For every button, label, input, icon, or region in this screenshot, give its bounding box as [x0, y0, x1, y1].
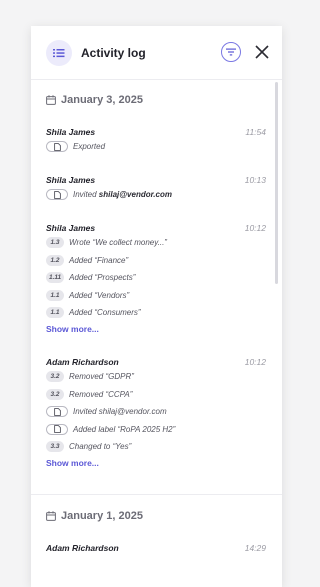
- filter-button[interactable]: [221, 42, 241, 62]
- entry-time: 10:12: [244, 357, 266, 367]
- document-icon: [46, 406, 68, 418]
- show-more-link[interactable]: Show more...: [46, 458, 266, 468]
- activity-action: Invited shilaj@vendor.com: [46, 403, 266, 421]
- panel-header: Activity log: [31, 26, 282, 80]
- document-icon: [46, 423, 68, 435]
- date-heading: January 3, 2025: [46, 94, 143, 106]
- activity-action: 3.2 Removed “CCPA”: [46, 386, 266, 404]
- activity-action: 1.2 Added “Finance”: [46, 252, 266, 270]
- activity-entry: Shila James 10:12 1.3 Wrote “We collect …: [46, 222, 266, 334]
- section-badge: 1.2: [46, 254, 64, 266]
- section-badge: 1.3: [46, 237, 64, 249]
- filter-icon: [226, 48, 236, 56]
- calendar-icon: [46, 511, 56, 521]
- date-heading: January 1, 2025: [46, 510, 143, 522]
- entry-time: 11:54: [245, 127, 266, 137]
- entry-time: 10:13: [244, 175, 266, 185]
- calendar-icon: [46, 95, 56, 105]
- activity-entry: Shila James 11:54 Exported: [46, 126, 266, 156]
- activity-log-panel: Activity log January 3, 2025 Shila James…: [31, 26, 282, 587]
- activity-action: Invited shilaj@vendor.com: [46, 186, 266, 204]
- activity-action: 3.2 Removed “GDPR”: [46, 368, 266, 386]
- day-divider: [31, 494, 282, 495]
- close-icon: [255, 45, 269, 59]
- scrollbar-thumb[interactable]: [275, 82, 278, 284]
- activity-entry: Adam Richardson 10:12 3.2 Removed “GDPR”…: [46, 356, 266, 468]
- activity-list[interactable]: January 3, 2025 Shila James 11:54 Export…: [31, 80, 282, 587]
- close-button[interactable]: [254, 44, 270, 60]
- panel-title: Activity log: [81, 45, 146, 60]
- list-icon: [46, 39, 72, 66]
- document-icon: [46, 189, 68, 201]
- section-badge: 3.2: [46, 371, 64, 383]
- activity-action: 1.1 Added “Consumers”: [46, 304, 266, 322]
- section-badge: 3.2: [46, 388, 64, 400]
- entry-time: 14:29: [244, 543, 266, 553]
- document-icon: [46, 141, 68, 153]
- activity-action: 1.1 Added “Vendors”: [46, 287, 266, 305]
- activity-entry: Adam Richardson 14:29: [46, 542, 266, 554]
- entry-time: 10:12: [244, 223, 266, 233]
- entry-author: Adam Richardson: [46, 543, 119, 553]
- activity-action: 1.11 Added “Prospects”: [46, 269, 266, 287]
- section-badge: 1.1: [46, 289, 64, 301]
- activity-action: 3.3 Changed to “Yes”: [46, 438, 266, 456]
- section-badge: 1.1: [46, 307, 64, 319]
- activity-action: Added label “RoPA 2025 H2”: [46, 421, 266, 439]
- section-badge: 1.11: [46, 272, 65, 284]
- entry-author: Shila James: [46, 223, 96, 233]
- entry-author: Adam Richardson: [46, 357, 119, 367]
- show-more-link[interactable]: Show more...: [46, 324, 266, 334]
- activity-action: Exported: [46, 138, 266, 156]
- section-badge: 3.3: [46, 441, 64, 453]
- entry-author: Shila James: [46, 175, 96, 185]
- activity-action: 1.3 Wrote “We collect money...”: [46, 234, 266, 252]
- activity-entry: Shila James 10:13 Invited shilaj@vendor.…: [46, 174, 266, 204]
- entry-author: Shila James: [46, 127, 96, 137]
